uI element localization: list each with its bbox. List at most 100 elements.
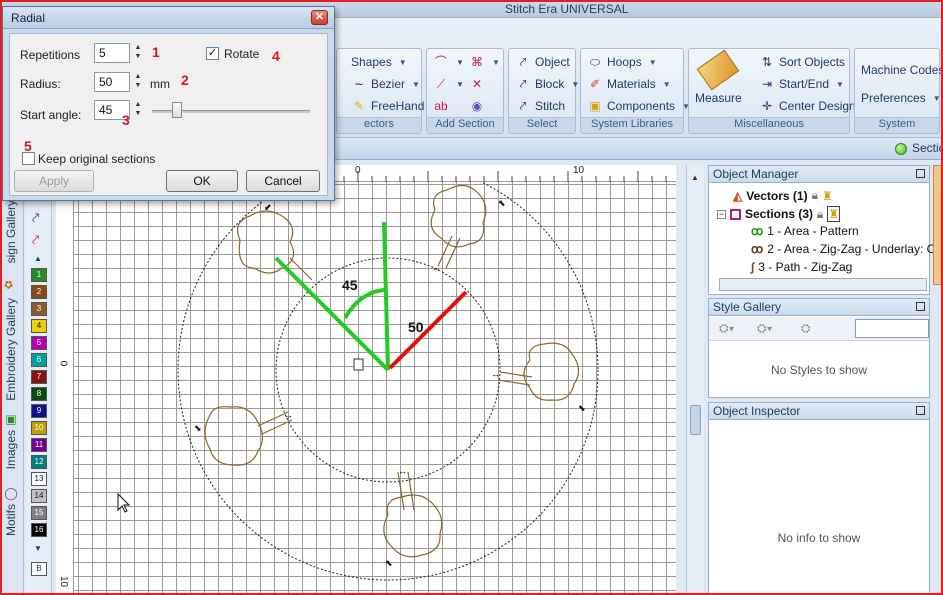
freehand-button[interactable]: ✎ FreeHand — [351, 99, 424, 113]
style-manage-icon[interactable]: ⛭ — [801, 321, 811, 336]
canvas-vertical-scrollbar[interactable]: ▲ — [686, 165, 704, 595]
keep-original-checkbox[interactable] — [22, 152, 35, 165]
tree-repetition[interactable] — [237, 210, 313, 288]
ok-button[interactable]: OK — [166, 170, 238, 192]
keep-original-label: Keep original sections — [38, 152, 156, 166]
color-swatch[interactable]: 4 — [31, 319, 47, 333]
color-swatch[interactable]: 13 — [31, 472, 47, 486]
select-object-button[interactable]: ⤤ Object — [515, 55, 570, 69]
hoops-button[interactable]: ⬭ Hoops ▼ — [587, 55, 657, 69]
add-motif-button[interactable]: ◉ — [469, 99, 485, 113]
color-swatch[interactable]: 8 — [31, 387, 47, 401]
machine-codes-button[interactable]: Machine Codes — [861, 63, 943, 77]
background-color-button[interactable]: B — [31, 562, 47, 576]
center-marker-icon[interactable] — [353, 358, 364, 371]
tab-motifs[interactable]: Motifs — [4, 504, 18, 536]
object-manager-hscrollbar[interactable] — [719, 278, 927, 291]
section-status-label[interactable]: Sectio — [912, 141, 943, 155]
select-stitch-label: Stitch — [535, 99, 566, 113]
tree-item-section-2[interactable]: ꝏ 2 - Area - Zig-Zag - Underlay: Cer — [751, 242, 943, 256]
color-swatch[interactable]: 1 — [31, 268, 47, 282]
v-ruler-zero: 0 — [57, 360, 69, 367]
panel-restore-icon[interactable] — [916, 406, 925, 415]
tree-repetition[interactable] — [497, 342, 580, 401]
color-swatch[interactable]: 7 — [31, 370, 47, 384]
object-manager-side-tab[interactable] — [933, 165, 943, 285]
style-save-icon[interactable]: ⛭▾ — [757, 321, 772, 336]
shapes-button[interactable]: Shapes ▼ — [351, 55, 407, 69]
preferences-button[interactable]: Preferences ▼ — [861, 91, 941, 105]
tab-embroidery-gallery[interactable]: Embroidery Gallery — [4, 298, 18, 401]
color-swatch[interactable]: 9 — [31, 404, 47, 418]
scroll-down-icon[interactable]: ▼ — [34, 544, 42, 553]
repetitions-spinner[interactable]: ▲ ▼ — [131, 43, 145, 63]
scroll-up-arrow-icon[interactable]: ▲ — [691, 173, 699, 182]
tree-item-section-1[interactable]: ꝏ 1 - Area - Pattern — [751, 224, 859, 238]
svg-text:↔: ↔ — [398, 466, 407, 476]
design-canvas[interactable]: ⬋⬉ ⬊⬉ ⬊↔ ↔↔ ↔↔ 45 50 — [74, 182, 676, 595]
angle-label: 45 — [342, 277, 358, 293]
start-end-button[interactable]: ⇥ Start/End ▼ — [759, 77, 844, 91]
tab-images[interactable]: Images — [4, 430, 18, 469]
bezier-button[interactable]: ∼ Bezier ▼ — [351, 77, 420, 91]
apply-button[interactable]: Apply — [14, 170, 94, 192]
color-swatch[interactable]: 3 — [31, 302, 47, 316]
dialog-title: Radial — [11, 11, 46, 25]
scroll-thumb[interactable] — [690, 405, 701, 435]
style-gallery-panel: Style Gallery ⛭▾ ⛭▾ ⛭ No Styles to show — [708, 298, 930, 398]
rotate-checkbox[interactable]: ✓ — [206, 47, 219, 60]
sort-objects-button[interactable]: ⇅ Sort Objects — [759, 55, 845, 69]
collapse-icon[interactable]: − — [717, 209, 726, 219]
stitch-tool-icon[interactable]: ⤤ — [32, 232, 39, 248]
add-area-button[interactable]: ⌘ ▼ — [469, 55, 500, 69]
chevron-down-icon: ▼ — [648, 57, 657, 67]
color-swatch[interactable]: 2 — [31, 285, 47, 299]
panel-restore-icon[interactable] — [916, 302, 925, 311]
color-swatch[interactable]: 11 — [31, 438, 47, 452]
lock-icon[interactable]: 🔒︎ — [817, 207, 823, 222]
scroll-up-icon[interactable]: ▲ — [34, 254, 42, 263]
add-text-button[interactable]: ab — [433, 99, 449, 113]
radial-dialog: Radial ✕ Repetitions 5 ▲ ▼ 1 ✓ Rotate 4 R… — [2, 6, 335, 201]
annotation-3: 3 — [122, 112, 130, 128]
components-button[interactable]: ▣ Components ▼ — [587, 99, 690, 113]
add-fill-button[interactable]: ⟋ ▼ — [433, 77, 464, 91]
tree-repetition[interactable] — [383, 471, 443, 558]
close-icon[interactable]: ✕ — [311, 10, 328, 25]
color-swatch[interactable]: 12 — [31, 455, 47, 469]
tree-repetition[interactable] — [204, 406, 293, 466]
color-swatch[interactable]: 6 — [31, 353, 47, 367]
select-block-button[interactable]: ⤤ Block ▼ — [515, 77, 580, 91]
color-swatch[interactable]: 16 — [31, 523, 47, 537]
tree-item-section-3[interactable]: ∫ 3 - Path - Zig-Zag — [751, 260, 852, 274]
measure-button[interactable]: Measure — [695, 49, 742, 105]
panel-restore-icon[interactable] — [916, 169, 925, 178]
color-swatch[interactable]: 15 — [31, 506, 47, 520]
visibility-icon[interactable]: ♜ — [827, 206, 841, 222]
add-path-button[interactable]: ⌒ ▼ — [433, 55, 464, 69]
radius-input[interactable]: 50 — [94, 72, 130, 92]
color-swatch[interactable]: 5 — [31, 336, 47, 350]
radius-spinner[interactable]: ▲ ▼ — [131, 72, 145, 92]
start-angle-slider-thumb[interactable] — [171, 102, 182, 118]
visibility-icon[interactable]: ♜ — [822, 189, 833, 203]
color-swatch[interactable]: 10 — [31, 421, 47, 435]
tree-item-sections[interactable]: − Sections (3) 🔒︎ ♜ — [717, 206, 841, 222]
cancel-button[interactable]: Cancel — [246, 170, 320, 192]
repetitions-input[interactable]: 5 — [94, 43, 130, 63]
tree-item-vectors[interactable]: ◭ Vectors (1) 🔒︎ ♜ — [733, 188, 833, 203]
select-tool-icon[interactable]: ⤤ — [32, 210, 39, 226]
area-zigzag-icon: ꝏ — [751, 242, 764, 256]
tree-repetition[interactable] — [430, 184, 487, 269]
start-angle-spinner[interactable]: ▲ ▼ — [131, 100, 145, 120]
add-cross-button[interactable]: ✕ — [469, 77, 485, 91]
style-search-input[interactable] — [855, 319, 929, 338]
lock-icon[interactable]: 🔒︎ — [812, 188, 818, 203]
materials-button[interactable]: ✐ Materials ▼ — [587, 77, 671, 91]
center-design-button[interactable]: ✛ Center Design — [759, 99, 856, 113]
select-stitch-button[interactable]: ⤤ Stitch — [515, 99, 565, 113]
svg-text:↔: ↔ — [284, 410, 293, 420]
style-apply-icon[interactable]: ⛭▾ — [719, 321, 734, 336]
tab-design-gallery[interactable]: sign Gallery — [4, 200, 18, 263]
color-swatch[interactable]: 14 — [31, 489, 47, 503]
